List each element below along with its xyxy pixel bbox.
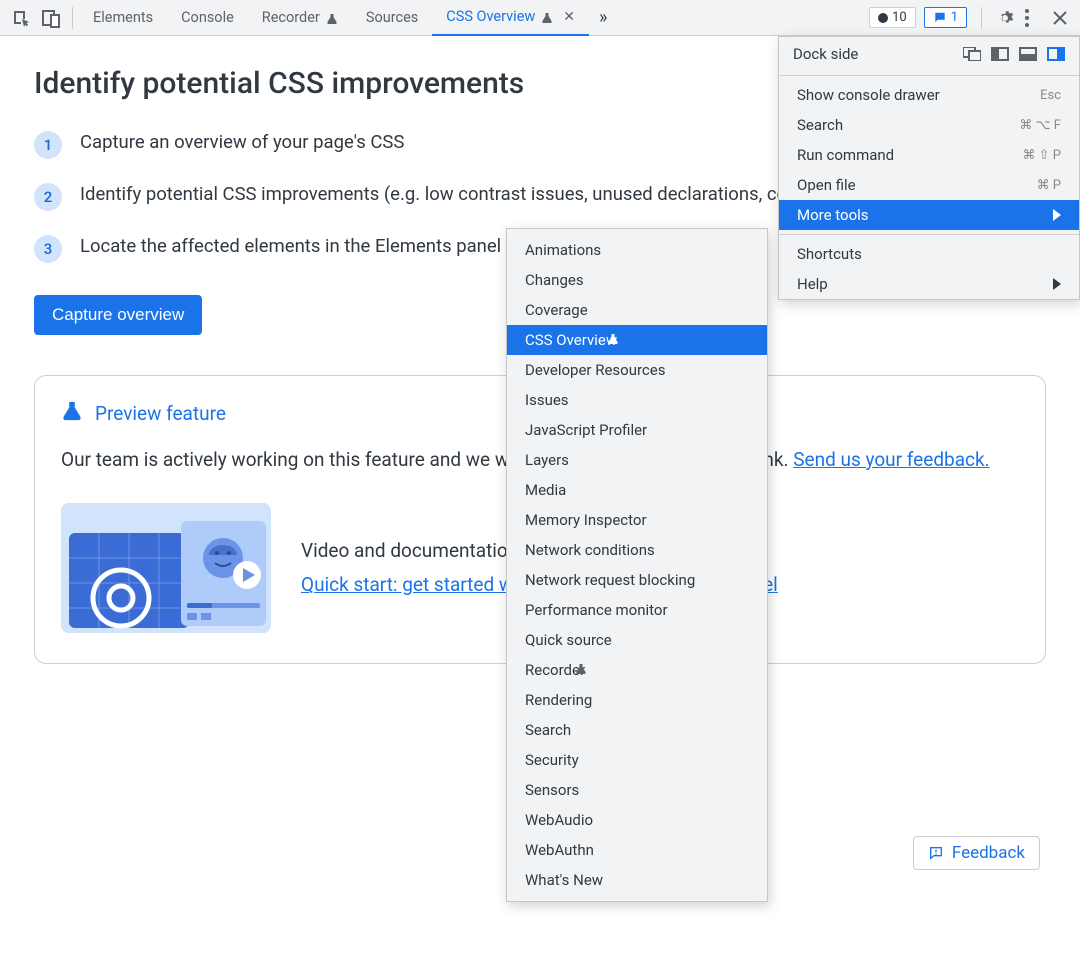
tab-elements[interactable]: Elements	[79, 0, 167, 36]
menu-help[interactable]: Help	[779, 269, 1079, 299]
menu-search[interactable]: Search⌘ ⌥ F	[779, 110, 1079, 140]
message-count: 1	[951, 10, 958, 25]
more-tools-item[interactable]: Quick source	[507, 625, 767, 655]
tab-sources[interactable]: Sources	[352, 0, 432, 36]
flask-icon	[326, 12, 338, 24]
menu-open-file[interactable]: Open file⌘ P	[779, 170, 1079, 200]
capture-overview-button[interactable]: Capture overview	[34, 295, 202, 335]
menu-run-command[interactable]: Run command⌘ ⇧ P	[779, 140, 1079, 170]
more-tools-item[interactable]: Animations	[507, 235, 767, 265]
more-tools-item[interactable]: Network request blocking	[507, 565, 767, 595]
dock-bottom-icon[interactable]	[1019, 47, 1037, 61]
more-tools-item[interactable]: Recorder	[507, 655, 767, 685]
flask-icon	[607, 331, 619, 349]
tab-label: Console	[181, 9, 234, 26]
step-text: Locate the affected elements in the Elem…	[80, 233, 501, 261]
tab-console[interactable]: Console	[167, 0, 248, 36]
more-tools-item[interactable]: What's New	[507, 865, 767, 895]
tab-label: CSS Overview	[446, 8, 535, 25]
more-tools-item[interactable]: JavaScript Profiler	[507, 415, 767, 445]
more-tools-item[interactable]: Coverage	[507, 295, 767, 325]
more-tools-item[interactable]: WebAudio	[507, 805, 767, 835]
more-tools-item[interactable]: Developer Resources	[507, 355, 767, 385]
dock-left-icon[interactable]	[991, 47, 1009, 61]
devtools-tabbar: Elements Console Recorder Sources CSS Ov…	[0, 0, 1080, 36]
flask-icon	[541, 11, 553, 23]
more-tools-item[interactable]: Changes	[507, 265, 767, 295]
more-tools-item[interactable]: Search	[507, 715, 767, 745]
more-tools-item[interactable]: Media	[507, 475, 767, 505]
feedback-icon	[928, 845, 944, 861]
more-tools-item[interactable]: Issues	[507, 385, 767, 415]
step-number: 3	[34, 235, 62, 263]
close-devtools-icon[interactable]	[1052, 10, 1072, 26]
menu-shortcuts[interactable]: Shortcuts	[779, 239, 1079, 269]
menu-show-console-drawer[interactable]: Show console drawerEsc	[779, 80, 1079, 110]
close-tab-icon[interactable]: ✕	[563, 9, 575, 25]
more-tools-submenu: AnimationsChangesCoverageCSS OverviewDev…	[506, 228, 768, 902]
more-tools-item[interactable]: CSS Overview	[507, 325, 767, 355]
tab-css-overview[interactable]: CSS Overview ✕	[432, 0, 589, 36]
more-tools-item[interactable]: Performance monitor	[507, 595, 767, 625]
send-feedback-link[interactable]: Send us your feedback.	[793, 448, 989, 471]
more-tools-item[interactable]: Layers	[507, 445, 767, 475]
tabs-overflow-icon[interactable]: »	[589, 7, 617, 28]
more-tools-item[interactable]: Memory Inspector	[507, 505, 767, 535]
flask-icon	[61, 400, 83, 427]
inspect-element-icon[interactable]	[6, 0, 36, 36]
menu-more-tools[interactable]: More tools	[779, 200, 1079, 230]
step-number: 2	[34, 183, 62, 211]
more-tools-item[interactable]: Network conditions	[507, 535, 767, 565]
feedback-label: Feedback	[952, 843, 1025, 863]
more-tools-item[interactable]: WebAuthn	[507, 835, 767, 865]
more-tools-item[interactable]: Security	[507, 745, 767, 775]
more-options-icon[interactable]	[1024, 9, 1044, 27]
tab-label: Recorder	[262, 9, 320, 26]
error-count: 10	[892, 10, 907, 25]
more-tools-item[interactable]: Sensors	[507, 775, 767, 805]
flask-icon	[575, 661, 587, 679]
device-toolbar-icon[interactable]	[36, 0, 66, 36]
error-count-badge[interactable]: 10	[869, 7, 916, 28]
main-menu: Dock side Show console drawerEsc Search⌘…	[778, 36, 1080, 300]
message-icon	[933, 11, 947, 25]
settings-gear-icon[interactable]	[996, 9, 1016, 27]
tab-label: Elements	[93, 9, 153, 26]
submenu-arrow-icon	[1053, 278, 1061, 290]
message-count-badge[interactable]: 1	[924, 7, 967, 28]
preview-heading: Preview feature	[95, 402, 226, 425]
tab-label: Sources	[366, 9, 418, 26]
step-text: Capture an overview of your page's CSS	[80, 129, 404, 157]
tab-recorder[interactable]: Recorder	[248, 0, 352, 36]
more-tools-item[interactable]: Rendering	[507, 685, 767, 715]
dock-side-label: Dock side	[793, 45, 858, 63]
feedback-button[interactable]: Feedback	[913, 836, 1040, 870]
dock-undock-icon[interactable]	[963, 47, 981, 61]
video-thumbnail[interactable]	[61, 503, 271, 633]
step-number: 1	[34, 131, 62, 159]
submenu-arrow-icon	[1053, 209, 1061, 221]
dock-right-icon[interactable]	[1047, 47, 1065, 61]
